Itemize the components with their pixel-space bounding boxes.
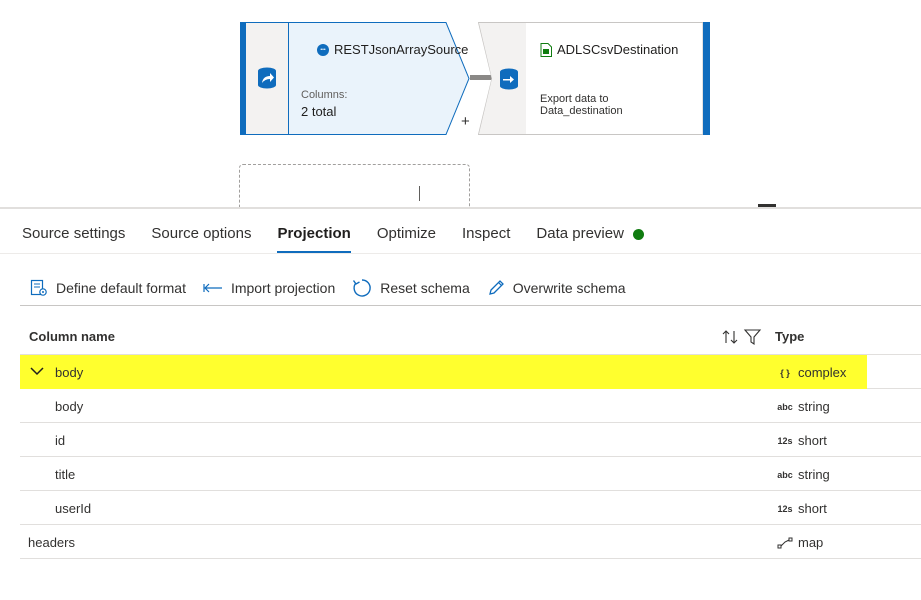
row-highlight	[20, 355, 867, 389]
schema-grid: Column name Type body {} complex body a…	[20, 319, 921, 559]
tab-label: Optimize	[376, 225, 437, 242]
destination-desc-line1: Export data to	[540, 93, 609, 105]
string-type-icon: abc	[777, 469, 793, 480]
define-default-format-label: Define default format	[56, 280, 186, 296]
row-name: body	[55, 365, 84, 380]
row-type-label: complex	[798, 365, 847, 380]
tab-optimize[interactable]: Optimize	[377, 223, 436, 257]
complex-type-icon: { }	[780, 367, 790, 378]
tab-label: Source options	[151, 225, 252, 242]
destination-node-title: ADLSCsvDestination	[540, 42, 678, 57]
status-dot-icon	[632, 229, 644, 240]
row-type-label: string	[798, 467, 830, 482]
table-row[interactable]: body { } complex	[20, 355, 921, 389]
row-name: userId	[55, 501, 92, 516]
map-type-icon	[776, 537, 794, 549]
row-type: abc string	[776, 467, 830, 482]
destination-node-description: Export data to Data_destination	[540, 93, 623, 117]
row-type: 12s short	[776, 433, 827, 448]
row-type-label: string	[798, 399, 830, 414]
panel-tabs: Source settings Source options Projectio…	[22, 223, 670, 257]
source-node-title-text: RESTJsonArraySource	[334, 42, 469, 57]
table-row[interactable]: userId 12s short	[20, 491, 921, 525]
destination-desc-line2: Data_destination	[540, 105, 623, 117]
sort-icon[interactable]	[722, 330, 738, 344]
tab-label: Projection	[277, 225, 351, 242]
short-type-icon: 12s	[777, 503, 793, 514]
tab-data-preview[interactable]: Data preview	[536, 223, 644, 257]
rest-dot-icon: •••	[317, 43, 329, 56]
tab-label: Source settings	[22, 225, 126, 242]
type-header: Type	[775, 329, 805, 344]
row-type: map	[776, 535, 823, 550]
tab-label: Inspect	[462, 225, 511, 242]
add-new-branch-placeholder[interactable]	[239, 164, 470, 207]
table-row[interactable]: title abc string	[20, 457, 921, 491]
destination-node-rail	[703, 22, 710, 135]
string-type-icon: abc	[777, 401, 793, 412]
reset-schema-label: Reset schema	[380, 280, 470, 296]
row-name: id	[55, 433, 66, 448]
tabs-divider	[0, 253, 921, 254]
table-row[interactable]: body abc string	[20, 389, 921, 423]
import-projection-button[interactable]: Import projection	[203, 280, 335, 296]
short-type-icon: 12s	[777, 435, 793, 446]
rest-source-icon	[258, 67, 276, 89]
row-name: title	[55, 467, 76, 482]
pencil-icon	[488, 280, 504, 295]
tab-inspect[interactable]: Inspect	[462, 223, 510, 257]
source-node-columns-label: Columns:	[301, 89, 348, 101]
tab-label: Data preview	[536, 225, 624, 242]
tab-source-options[interactable]: Source options	[151, 223, 251, 257]
row-type-label: map	[798, 535, 824, 550]
row-type-label: short	[798, 433, 827, 448]
source-node-columns-value: 2 total	[301, 104, 337, 119]
tab-projection[interactable]: Projection	[277, 223, 352, 257]
placeholder-cursor	[419, 186, 420, 201]
define-default-format-button[interactable]: Define default format	[30, 279, 186, 297]
row-name: body	[55, 399, 84, 414]
row-type: 12s short	[776, 501, 827, 516]
chevron-down-icon[interactable]	[30, 366, 44, 376]
sink-db-icon	[500, 68, 518, 90]
row-type-label: short	[798, 501, 827, 516]
csv-file-icon	[540, 42, 552, 57]
toolbar-divider	[20, 305, 921, 306]
reset-icon	[353, 279, 372, 297]
import-arrow-icon	[203, 283, 222, 293]
filter-icon[interactable]	[743, 329, 762, 346]
table-row[interactable]: headers map	[20, 525, 921, 559]
properties-panel: Source settings Source options Projectio…	[0, 207, 921, 600]
dataflow-canvas[interactable]: ••• RESTJsonArraySource Columns: 2 total…	[0, 0, 921, 207]
source-node-title: ••• RESTJsonArraySource	[317, 42, 468, 57]
destination-node-title-text: ADLSCsvDestination	[557, 42, 679, 57]
overwrite-schema-label: Overwrite schema	[512, 280, 626, 296]
reset-schema-button[interactable]: Reset schema	[352, 278, 470, 298]
format-settings-icon	[30, 279, 47, 296]
column-name-header[interactable]: Column name	[29, 329, 115, 344]
overwrite-schema-button[interactable]: Overwrite schema	[487, 279, 626, 297]
grid-header: Column name Type	[20, 319, 921, 355]
sort-filter-controls	[722, 328, 762, 351]
import-projection-label: Import projection	[230, 280, 336, 296]
source-node-iconbox	[246, 22, 288, 135]
destination-node[interactable]: ADLSCsvDestination Export data to Data_d…	[478, 22, 710, 135]
add-transform-plus-icon[interactable]: +	[461, 114, 470, 129]
source-node[interactable]: ••• RESTJsonArraySource Columns: 2 total	[240, 22, 470, 135]
table-row[interactable]: id 12s short	[20, 423, 921, 457]
tab-source-settings[interactable]: Source settings	[22, 223, 125, 257]
row-type: { } complex	[776, 365, 846, 380]
row-type: abc string	[776, 399, 830, 414]
projection-toolbar: Define default format Import projection …	[30, 277, 643, 299]
row-name: headers	[28, 535, 75, 550]
